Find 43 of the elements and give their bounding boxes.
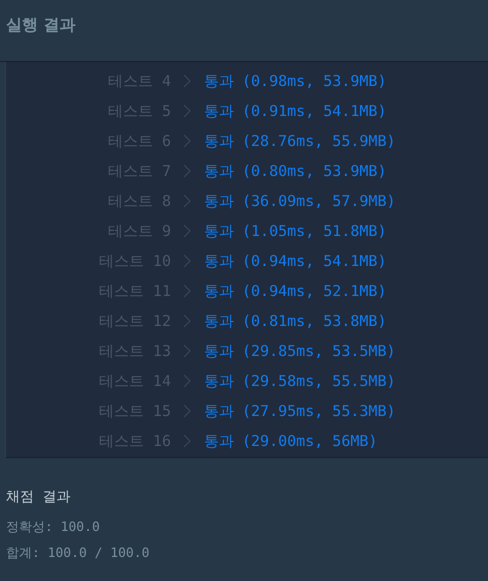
chevron-right-icon [183,254,191,268]
test-detail: (0.91ms, 54.1MB) [242,102,386,120]
grading-title: 채점 결과 [6,488,72,506]
grading-line: 합계: 100.0 / 100.0 [6,545,150,562]
test-detail: (0.81ms, 53.8MB) [242,312,386,330]
test-result: 통과 [204,372,234,390]
test-detail: (28.76ms, 55.9MB) [242,132,396,150]
chevron-right-icon [183,314,191,328]
test-result: 통과 [204,402,234,420]
test-result: 통과 [204,282,234,300]
test-result: 통과 [204,222,234,240]
test-result: 통과 [204,132,234,150]
chevron-right-icon [183,344,191,358]
test-result: 통과 [204,72,234,90]
test-detail: (29.00ms, 56MB) [242,432,378,450]
test-result: 통과 [204,102,234,120]
chevron-right-icon [183,134,191,148]
test-detail: (36.09ms, 57.9MB) [242,192,396,210]
chevron-right-icon [183,74,191,88]
test-detail: (29.58ms, 55.5MB) [242,372,396,390]
test-result: 통과 [204,312,234,330]
test-result: 통과 [204,162,234,180]
section-title: 실행 결과 [6,15,76,36]
chevron-right-icon [183,224,191,238]
chevron-right-icon [183,374,191,388]
test-detail: (27.95ms, 55.3MB) [242,402,396,420]
chevron-right-icon [183,194,191,208]
grading-line: 정확성: 100.0 [6,519,101,536]
chevron-right-icon [183,404,191,418]
chevron-right-icon [183,104,191,118]
test-detail: (0.80ms, 53.9MB) [242,162,386,180]
test-detail: (0.98ms, 53.9MB) [242,72,386,90]
chevron-right-icon [183,284,191,298]
test-result: 통과 [204,342,234,360]
test-detail: (1.05ms, 51.8MB) [242,222,386,240]
test-detail: (0.94ms, 54.1MB) [242,252,386,270]
test-result: 통과 [204,432,234,450]
test-result: 통과 [204,192,234,210]
test-detail: (0.94ms, 52.1MB) [242,282,386,300]
test-detail: (29.85ms, 53.5MB) [242,342,396,360]
chevron-right-icon [183,434,191,448]
chevron-right-icon [183,164,191,178]
test-result: 통과 [204,252,234,270]
